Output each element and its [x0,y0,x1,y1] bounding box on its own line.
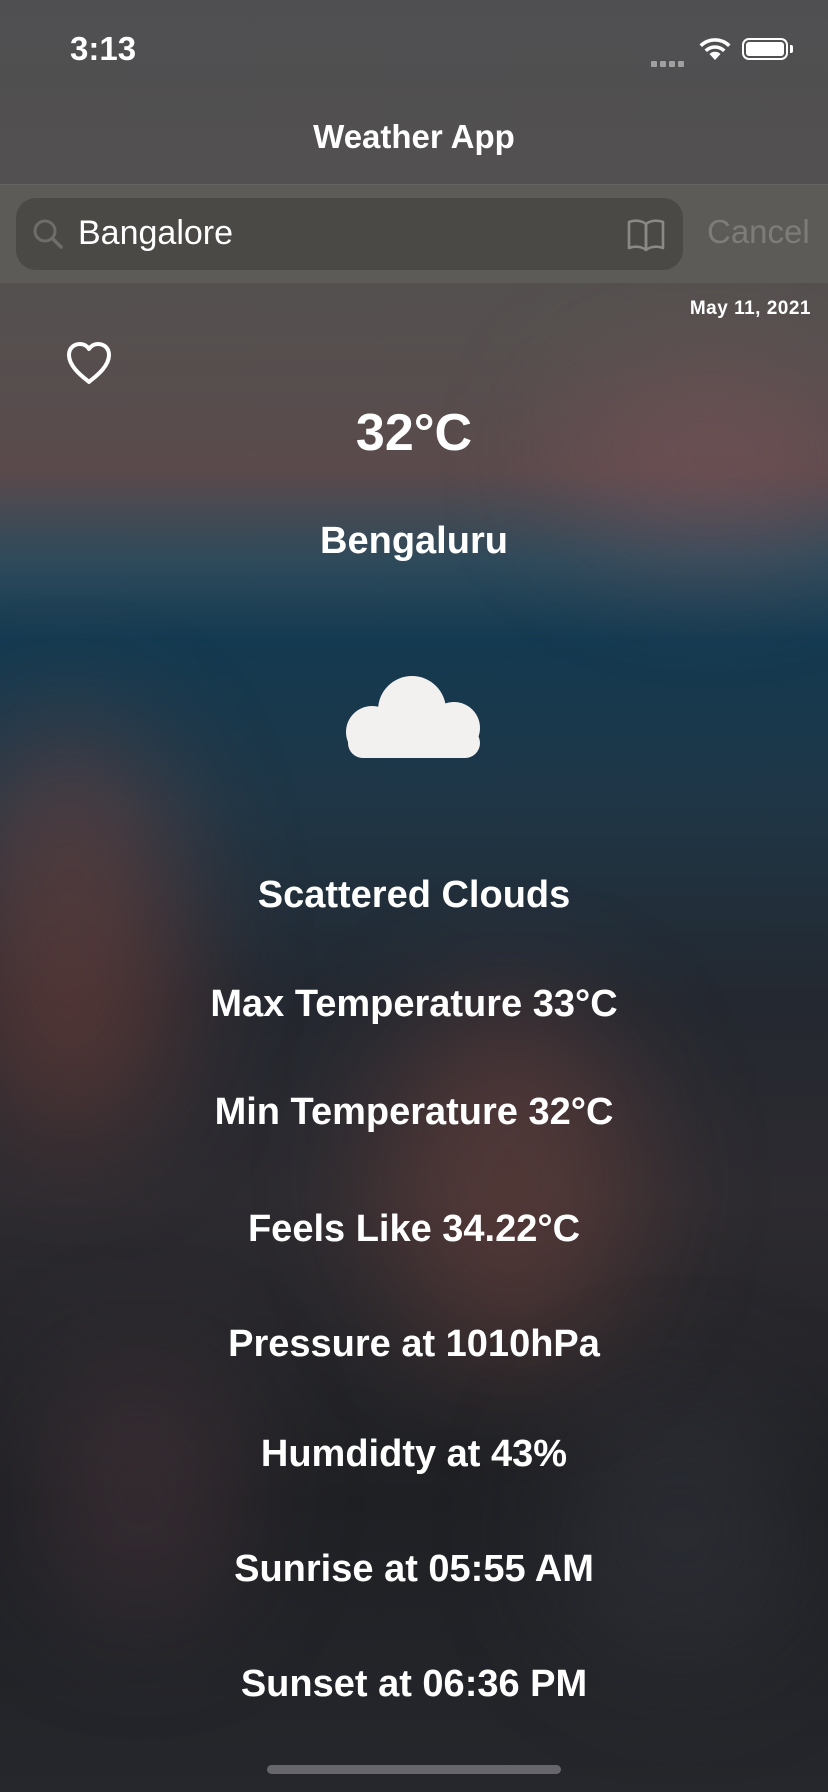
cloud-icon [346,676,480,758]
wifi-icon [699,38,731,60]
pressure: Pressure at 1010hPa [228,1323,600,1365]
humidity: Humdidty at 43% [260,1433,568,1475]
min-temperature: Min Temperature 32°C [214,1091,614,1133]
sunset-time: Sunset at 06:36 PM [240,1663,588,1705]
search-bar: Bangalore Cancel [0,185,828,283]
feels-like: Feels Like 34.22°C [247,1208,581,1250]
nav-title: Weather App [313,118,515,155]
favorite-heart-icon[interactable] [64,340,114,386]
current-temperature: 32°C [355,404,473,462]
book-icon[interactable] [626,218,666,252]
search-icon [33,219,63,249]
status-time: 3:13 [70,30,137,67]
cellular-signal-icon [651,54,687,72]
max-temperature: Max Temperature 33°C [210,983,618,1025]
date-label: May 11, 2021 [689,298,811,319]
search-input[interactable]: Bangalore [16,198,683,270]
search-input-text[interactable]: Bangalore [78,214,233,253]
city-name: Bengaluru [320,520,508,562]
status-bar: 3:13 [0,0,828,100]
weather-description: Scattered Clouds [257,874,571,916]
cancel-button[interactable]: Cancel [707,213,810,251]
sunrise-time: Sunrise at 05:55 AM [234,1548,594,1590]
battery-icon [742,38,793,60]
home-indicator[interactable] [267,1765,561,1774]
